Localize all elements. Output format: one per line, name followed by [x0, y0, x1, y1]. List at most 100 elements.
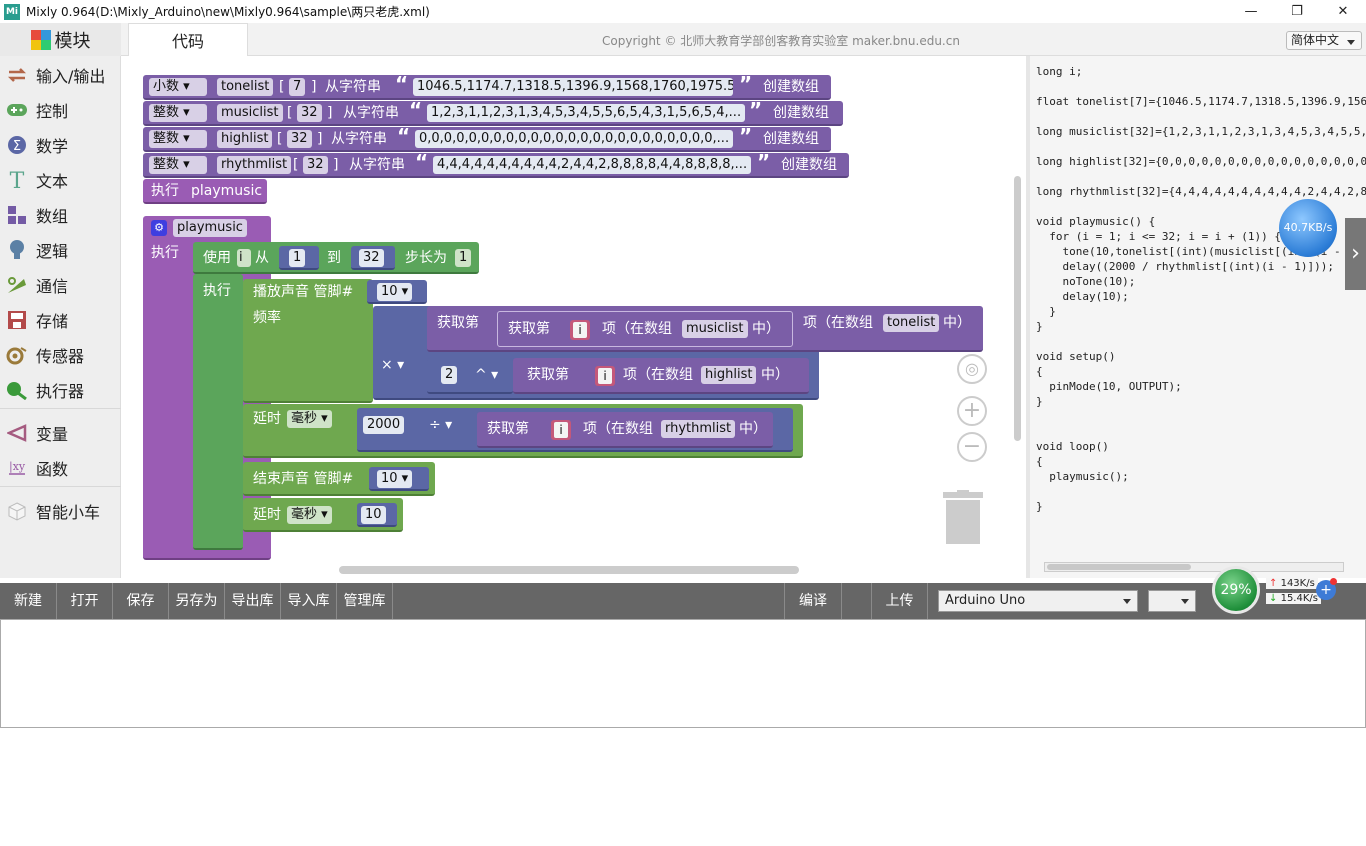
recenter-icon[interactable]: ◎ — [957, 354, 987, 384]
array-values[interactable]: 0,0,0,0,0,0,0,0,0,0,0,0,0,0,0,0,0,0,0,0,… — [415, 130, 733, 148]
array-block-rhythmlist[interactable]: 整数 ▾ rhythmlist [ 32 ] 从字符串 “ 4,4,4,4,4,… — [143, 152, 849, 178]
array-block-musiclist[interactable]: 整数 ▾ musiclist [ 32 ] 从字符串 “ 1,2,3,1,1,2… — [143, 100, 843, 126]
open-button[interactable]: 打开 — [57, 583, 113, 619]
sidebar-divider — [0, 486, 121, 487]
get-item-musiclist[interactable]: 获取第 i 项（在数组 musiclist 中） — [497, 311, 793, 347]
loop-step[interactable]: 1 — [455, 249, 472, 267]
board-select[interactable]: Arduino Uno — [938, 590, 1138, 612]
get-item-tonelist[interactable]: 获取第 项（在数组 tonelist 中） 获取第 i 项（在数组 musicl… — [427, 306, 983, 352]
array-size[interactable]: 7 — [289, 78, 306, 96]
delay-unit[interactable]: 毫秒 ▾ — [287, 410, 332, 428]
sidebar-item-storage[interactable]: 存储 — [0, 305, 121, 335]
zoom-out-icon[interactable]: − — [957, 432, 987, 462]
power-base[interactable]: 2 — [441, 366, 458, 384]
create-array-label: 创建数组 — [773, 105, 829, 121]
array-values[interactable]: 1046.5,1174.7,1318.5,1396.9,1568,1760,19… — [413, 78, 733, 96]
sidebar-item-control[interactable]: 控制 — [0, 95, 121, 125]
delay10-unit[interactable]: 毫秒 ▾ — [287, 506, 332, 524]
manage-lib-button[interactable]: 管理库 — [337, 583, 393, 619]
new-button[interactable]: 新建 — [0, 583, 57, 619]
sidebar-item-comm[interactable]: 通信 — [0, 270, 121, 300]
sidebar-item-smartcar[interactable]: 智能小车 — [0, 496, 121, 526]
text-t-icon: T — [6, 169, 28, 191]
type-dropdown[interactable]: 整数 ▾ — [149, 130, 207, 148]
type-dropdown[interactable]: 小数 ▾ — [149, 78, 207, 96]
array-name[interactable]: rhythmlist — [217, 156, 292, 174]
array-values[interactable]: 4,4,4,4,4,4,4,4,4,4,2,4,4,2,8,8,8,8,4,4,… — [433, 156, 751, 174]
var-i[interactable]: i — [570, 320, 590, 340]
array-name[interactable]: musiclist — [217, 104, 283, 122]
delay-numerator[interactable]: 2000 — [363, 416, 405, 434]
tab-blocks[interactable]: 模块 — [0, 23, 121, 56]
blockly-workspace[interactable]: 小数 ▾ tonelist [ 7 ] 从字符串 “ 1046.5,1174.7… — [121, 56, 1026, 578]
sidebar-item-label: 通信 — [36, 277, 69, 296]
power-operator[interactable]: ^ ▾ — [475, 366, 498, 384]
notone-pin[interactable]: 10 ▾ — [377, 470, 413, 488]
sidebar-item-function[interactable]: |xy 函数 — [0, 453, 121, 483]
zoom-in-icon[interactable]: + — [957, 396, 987, 426]
for-loop-block[interactable]: 使用 i 从 1 到 32 步长为 1 — [193, 242, 479, 274]
multiply-operator[interactable]: × ▾ — [381, 356, 404, 374]
sidebar-item-variable[interactable]: 变量 — [0, 418, 121, 448]
type-dropdown[interactable]: 整数 ▾ — [149, 156, 207, 174]
var-i[interactable]: i — [551, 420, 571, 440]
tone-pin[interactable]: 10 ▾ — [377, 283, 413, 301]
upload-button[interactable]: 上传 — [872, 583, 928, 619]
workspace-horizontal-scrollbar[interactable] — [339, 566, 799, 574]
divide-operator[interactable]: ÷ ▾ — [429, 416, 452, 434]
loop-end[interactable]: 32 — [359, 249, 384, 267]
sidebar-item-io[interactable]: 输入/输出 — [0, 60, 121, 90]
sidebar-item-math[interactable]: Σ 数学 — [0, 130, 121, 160]
import-lib-button[interactable]: 导入库 — [281, 583, 337, 619]
array-name[interactable]: tonelist — [217, 78, 274, 96]
delay10-value[interactable]: 10 — [361, 506, 386, 524]
notification-dot — [1330, 578, 1337, 585]
gear-icon[interactable]: ⚙ — [151, 220, 167, 236]
port-select[interactable] — [1148, 590, 1196, 612]
sidebar-item-array[interactable]: 数组 — [0, 200, 121, 230]
notone-block[interactable]: 结束声音 管脚# 10 ▾ — [243, 462, 435, 496]
type-dropdown[interactable]: 整数 ▾ — [149, 104, 207, 122]
tone-block[interactable]: 播放声音 管脚# 频率 — [243, 279, 373, 403]
sidebar-item-logic[interactable]: 逻辑 — [0, 235, 121, 265]
output-console[interactable] — [0, 619, 1366, 728]
delay10-block[interactable]: 延时 毫秒 ▾ 10 — [243, 498, 403, 532]
close-button[interactable]: ✕ — [1320, 0, 1366, 23]
export-lib-button[interactable]: 导出库 — [225, 583, 281, 619]
maximize-button[interactable]: ❐ — [1274, 0, 1320, 23]
language-select[interactable]: 简体中文 — [1286, 31, 1362, 50]
array-block-highlist[interactable]: 整数 ▾ highlist [ 32 ] 从字符串 “ 0,0,0,0,0,0,… — [143, 126, 831, 152]
sidebar-item-text[interactable]: T 文本 — [0, 165, 121, 195]
divide-block[interactable]: 2000 ÷ ▾ 获取第 i 项（在数组 rhythmlist 中） — [357, 408, 793, 452]
compile-button[interactable]: 编译 — [784, 583, 842, 619]
array-size[interactable]: 32 — [303, 156, 328, 174]
call-playmusic-block[interactable]: 执行 playmusic — [143, 179, 267, 204]
cube-icon — [6, 500, 28, 522]
sidebar-item-sensor[interactable]: 传感器 — [0, 340, 121, 370]
loop-start[interactable]: 1 — [289, 249, 306, 267]
sidebar-item-label: 输入/输出 — [36, 67, 106, 86]
loop-var[interactable]: i — [237, 249, 251, 267]
power-block[interactable]: 2 ^ ▾ — [427, 358, 513, 394]
array-size[interactable]: 32 — [297, 104, 322, 122]
array-values[interactable]: 1,2,3,1,1,2,3,1,3,4,5,3,4,5,5,6,5,4,3,1,… — [427, 104, 745, 122]
array-blocks-icon — [6, 204, 28, 226]
workspace-vertical-scrollbar[interactable] — [1014, 176, 1021, 441]
delay-block[interactable]: 延时 毫秒 ▾ 2000 ÷ ▾ 获取第 i 项（在数组 rhythmlist … — [243, 404, 803, 458]
array-size[interactable]: 32 — [287, 130, 312, 148]
tab-code[interactable]: 代码 — [128, 23, 248, 56]
array-block-tonelist[interactable]: 小数 ▾ tonelist [ 7 ] 从字符串 “ 1046.5,1174.7… — [143, 74, 831, 100]
save-as-button[interactable]: 另存为 — [169, 583, 225, 619]
trash-icon[interactable] — [943, 490, 983, 544]
get-item-highlist[interactable]: 获取第 i 项（在数组 highlist 中） — [513, 358, 809, 394]
save-button[interactable]: 保存 — [113, 583, 169, 619]
minimize-button[interactable]: — — [1228, 0, 1274, 23]
chevron-right-icon[interactable]: › — [1345, 218, 1366, 290]
array-name[interactable]: highlist — [217, 130, 273, 148]
sidebar-item-actuator[interactable]: 执行器 — [0, 375, 121, 405]
network-monitor-widget[interactable]: 29% ↑ 143K/s ↓ 15.4K/s + — [1212, 566, 1362, 616]
get-item-rhythmlist[interactable]: 获取第 i 项（在数组 rhythmlist 中） — [477, 412, 773, 448]
var-i[interactable]: i — [595, 366, 615, 386]
procedure-name[interactable]: playmusic — [173, 219, 247, 237]
tone-pin-block[interactable]: 10 ▾ — [367, 280, 427, 304]
